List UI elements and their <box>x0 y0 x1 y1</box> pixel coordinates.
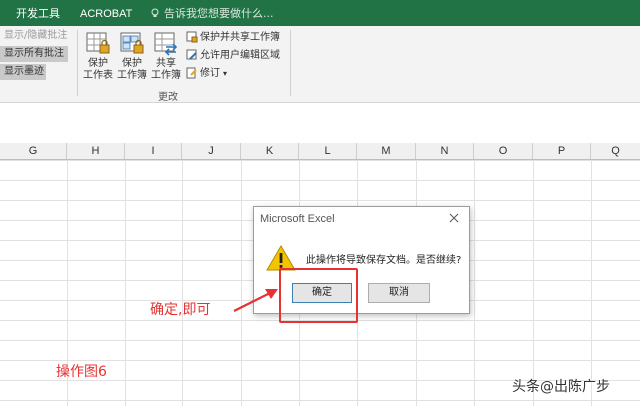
highlight-box <box>279 268 358 323</box>
column-header-g[interactable]: G <box>0 143 67 159</box>
arrow-icon <box>233 289 278 312</box>
grid-line <box>591 160 592 406</box>
allow-edit-ranges-label: 允许用户编辑区域 <box>200 50 280 61</box>
protect-workbook-icon <box>120 32 144 54</box>
protect-share-icon <box>186 31 198 43</box>
ribbon-separator <box>290 30 291 96</box>
protect-share-label: 保护并共享工作簿 <box>200 32 280 43</box>
share-workbook-icon <box>154 32 178 56</box>
column-header-q[interactable]: Q <box>591 143 640 159</box>
protect-workbook-label-2: 工作簿 <box>117 70 147 81</box>
column-header-k[interactable]: K <box>241 143 299 159</box>
dialog-title: Microsoft Excel <box>260 213 335 225</box>
grid-line <box>182 160 183 406</box>
formula-area <box>0 103 640 144</box>
protect-sheet-icon <box>86 32 110 54</box>
column-header-i[interactable]: I <box>125 143 182 159</box>
grid-line <box>125 160 126 406</box>
show-hide-comment-button[interactable]: 显示/隐藏批注 <box>0 28 74 44</box>
figure-caption: 操作图6 <box>56 364 107 380</box>
protect-workbook-button[interactable]: 保护 工作簿 <box>115 30 149 82</box>
column-header-h[interactable]: H <box>67 143 125 159</box>
track-changes-label: 修订 <box>200 68 220 79</box>
allow-edit-ranges-icon <box>186 49 197 60</box>
grid-line <box>474 160 475 406</box>
column-header-n[interactable]: N <box>416 143 474 159</box>
share-workbook-label-1: 共享 <box>156 58 176 69</box>
dropdown-arrow-icon: ▾ <box>223 69 228 78</box>
grid-line <box>533 160 534 406</box>
tab-developer[interactable]: 开发工具 <box>16 0 60 26</box>
protect-workbook-label-1: 保护 <box>122 58 142 69</box>
annotation-note: 确定,即可 <box>150 302 211 318</box>
track-changes-button[interactable]: 修订 ▾ <box>186 66 280 82</box>
share-workbook-label-2: 工作簿 <box>151 70 181 81</box>
share-workbook-button[interactable]: 共享 工作簿 <box>149 30 183 82</box>
close-icon[interactable] <box>447 211 461 225</box>
lightbulb-icon <box>151 8 159 17</box>
track-changes-icon <box>186 67 197 79</box>
show-all-comments-button[interactable]: 显示所有批注 <box>0 46 68 62</box>
watermark: 头条@出陈广步 <box>512 379 610 395</box>
protect-sheet-label-1: 保护 <box>88 58 108 69</box>
column-header-j[interactable]: J <box>182 143 241 159</box>
protect-sheet-button[interactable]: 保护 工作表 <box>81 30 115 82</box>
column-header-p[interactable]: P <box>533 143 591 159</box>
comments-group: 显示/隐藏批注 显示所有批注 显示墨迹 <box>0 28 74 82</box>
dialog-message: 此操作将导致保存文档。是否继续? <box>306 255 462 266</box>
cancel-button[interactable]: 取消 <box>368 283 430 303</box>
allow-edit-ranges-button[interactable]: 允许用户编辑区域 <box>186 48 280 64</box>
ribbon-tab-bar: 开发工具 ACROBAT 告诉我您想要做什么... <box>0 0 640 26</box>
column-header-l[interactable]: L <box>299 143 357 159</box>
protect-sheet-label-2: 工作表 <box>83 70 113 81</box>
ribbon-review: 显示/隐藏批注 显示所有批注 显示墨迹 保护 工作表 保护 工作簿 共享 工作簿… <box>0 26 640 103</box>
changes-group-label: 更改 <box>158 92 178 103</box>
tell-me-placeholder: 告诉我您想要做什么... <box>164 7 274 20</box>
tell-me-box[interactable]: 告诉我您想要做什么... <box>150 0 274 26</box>
column-header-m[interactable]: M <box>357 143 416 159</box>
tab-acrobat[interactable]: ACROBAT <box>80 0 132 26</box>
show-ink-button[interactable]: 显示墨迹 <box>0 64 46 80</box>
column-headers: G H I J K L M N O P Q <box>0 143 640 160</box>
column-header-o[interactable]: O <box>474 143 533 159</box>
ribbon-separator <box>77 30 78 96</box>
protect-share-workbook-button[interactable]: 保护并共享工作簿 <box>186 30 280 46</box>
changes-small-buttons: 保护并共享工作簿 允许用户编辑区域 修订 ▾ <box>186 30 280 84</box>
